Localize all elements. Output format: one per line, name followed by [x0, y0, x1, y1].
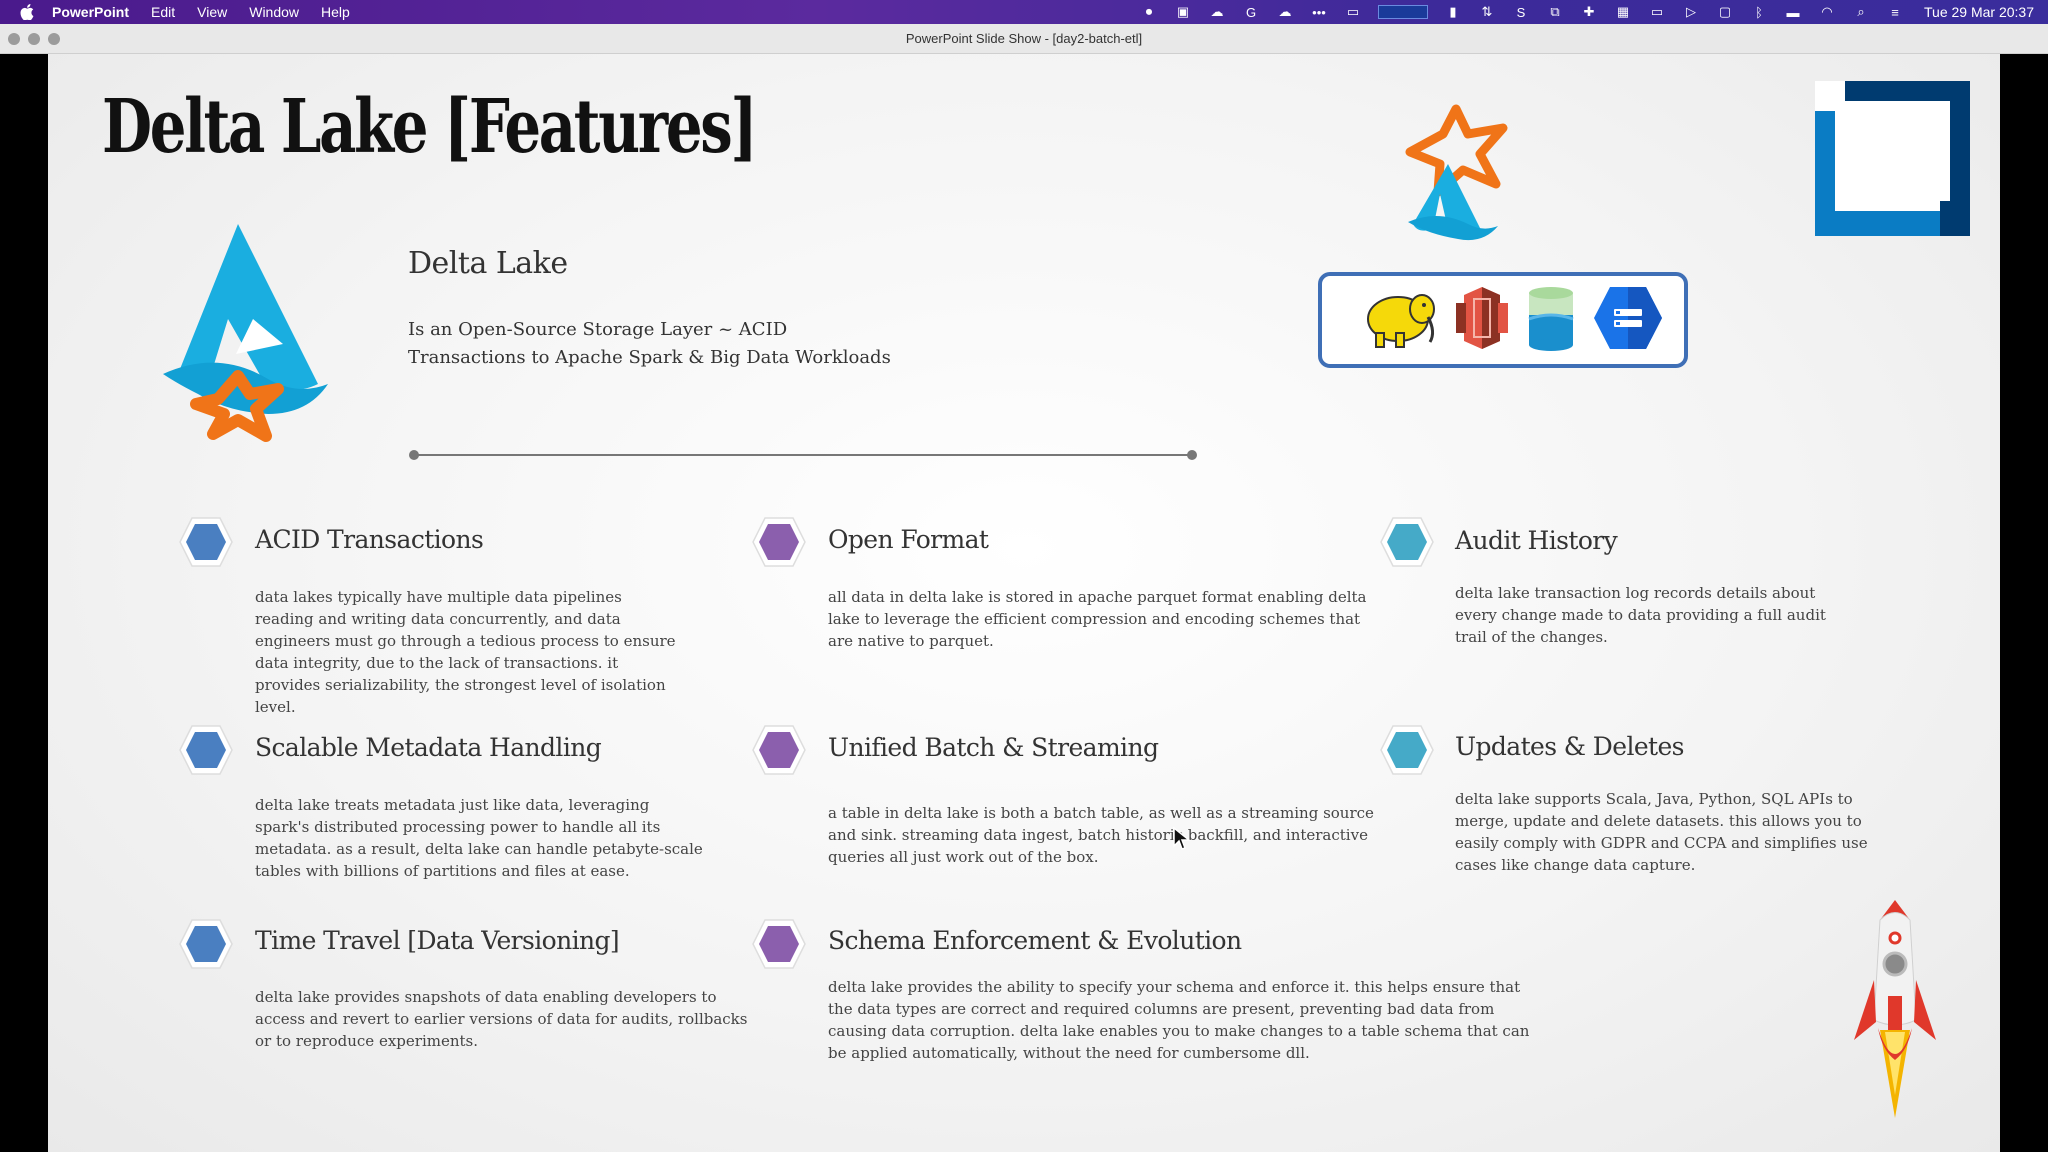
slide[interactable]: Delta Lake [Features] Delta Lake Is an O… [48, 54, 2000, 1152]
hexagon-bullet-icon [179, 919, 233, 969]
zoom-button[interactable] [48, 33, 60, 45]
skype-icon[interactable]: S [1512, 5, 1530, 20]
hexagon-bullet-icon [1380, 517, 1434, 567]
dots-icon[interactable]: ••• [1310, 5, 1328, 20]
hadoop-icon [1358, 287, 1438, 353]
menu-bar: PowerPoint Edit View Window Help ⏺ ▣ ☁ G… [0, 0, 2048, 24]
hexagon-bullet-icon [752, 517, 806, 567]
memory-icon[interactable]: ▮ [1444, 4, 1462, 19]
feature-description: delta lake treats metadata just like dat… [255, 796, 703, 880]
delta-star-logo-icon [1388, 104, 1518, 248]
hexagon-bullet-icon [752, 725, 806, 775]
feature-title: Scalable Metadata Handling [255, 733, 602, 762]
google-cloud-storage-icon [1592, 285, 1664, 355]
feature-title: Updates & Deletes [1455, 732, 1685, 761]
feature-description: data lakes typically have multiple data … [255, 588, 676, 716]
battery-icon[interactable]: ▬ [1784, 5, 1802, 20]
cast-icon[interactable]: ▭ [1648, 4, 1666, 19]
screen-record-icon[interactable]: ⏺ [1140, 4, 1158, 19]
feature-title: ACID Transactions [255, 525, 484, 554]
rocket-icon [1850, 900, 1940, 1124]
menu-app-name[interactable]: PowerPoint [52, 4, 129, 20]
feature-title: Time Travel [Data Versioning] [255, 926, 620, 955]
hexagon-bullet-icon [179, 517, 233, 567]
minimize-button[interactable] [28, 33, 40, 45]
hero-description-line-1: Is an Open-Source Storage Layer ~ ACID [408, 319, 788, 340]
network-icon[interactable]: ⇅ [1478, 4, 1496, 19]
search-icon[interactable]: ⌕ [1852, 4, 1870, 19]
menu-clock[interactable]: Tue 29 Mar 20:37 [1924, 4, 2034, 20]
hero-description-line-2: Transactions to Apache Spark & Big Data … [408, 347, 891, 368]
stage-icon[interactable]: ▢ [1716, 4, 1734, 19]
layout-icon[interactable]: ▦ [1614, 4, 1632, 19]
menu-edit[interactable]: Edit [151, 4, 175, 20]
window-icon[interactable]: ▣ [1174, 4, 1192, 19]
window-title: PowerPoint Slide Show - [day2-batch-etl] [905, 31, 1143, 46]
feature-description: delta lake provides snapshots of data en… [255, 988, 748, 1050]
cloud-sync-icon[interactable]: ☁ [1208, 4, 1226, 19]
window-titlebar: PowerPoint Slide Show - [day2-batch-etl] [0, 24, 2048, 54]
menu-window[interactable]: Window [249, 4, 299, 20]
close-button[interactable] [8, 33, 20, 45]
feature-description: delta lake provides the ability to speci… [828, 978, 1530, 1062]
feature-description: delta lake supports Scala, Java, Python,… [1455, 790, 1868, 874]
menu-view[interactable]: View [197, 4, 227, 20]
grammarly-icon[interactable]: G [1242, 5, 1260, 20]
azure-data-lake-icon [1526, 285, 1576, 355]
feature-description: all data in delta lake is stored in apac… [828, 588, 1367, 650]
bluetooth-icon[interactable]: ᛒ [1750, 5, 1768, 20]
hexagon-bullet-icon [752, 919, 806, 969]
aws-s3-icon [1454, 285, 1510, 355]
feature-title: Schema Enforcement & Evolution [828, 926, 1242, 955]
cpu-graph-icon[interactable] [1378, 5, 1428, 19]
control-center-icon[interactable]: ≡ [1886, 5, 1904, 20]
display-icon[interactable]: ▭ [1344, 4, 1362, 19]
hexagon-bullet-icon [1380, 725, 1434, 775]
wifi-icon[interactable]: ◠ [1818, 4, 1836, 19]
apple-icon[interactable] [18, 3, 36, 21]
delta-lake-logo-icon [158, 224, 338, 478]
feature-title: Audit History [1455, 526, 1618, 555]
integrations-panel [1318, 272, 1688, 368]
hero-description: Is an Open-Source Storage Layer ~ ACID T… [408, 316, 928, 372]
screen-mirror-icon[interactable]: ⧉ [1546, 4, 1564, 19]
divider-line [408, 447, 1198, 467]
feature-title: Unified Batch & Streaming [828, 733, 1159, 762]
feature-title: Open Format [828, 525, 989, 554]
slide-title: Delta Lake [Features] [102, 84, 758, 170]
feature-description: delta lake transaction log records detai… [1455, 584, 1826, 646]
mouse-cursor-icon [1172, 826, 1192, 856]
hexagon-bullet-icon [179, 725, 233, 775]
menu-help[interactable]: Help [321, 4, 350, 20]
hero-heading: Delta Lake [408, 246, 568, 281]
company-logo-icon [1815, 81, 1970, 240]
window-controls [8, 33, 60, 45]
feature-description: a table in delta lake is both a batch ta… [828, 804, 1374, 866]
onedrive-icon[interactable]: ☁ [1276, 4, 1294, 19]
plugin-icon[interactable]: ✚ [1580, 4, 1598, 19]
play-icon[interactable]: ▷ [1682, 4, 1700, 19]
